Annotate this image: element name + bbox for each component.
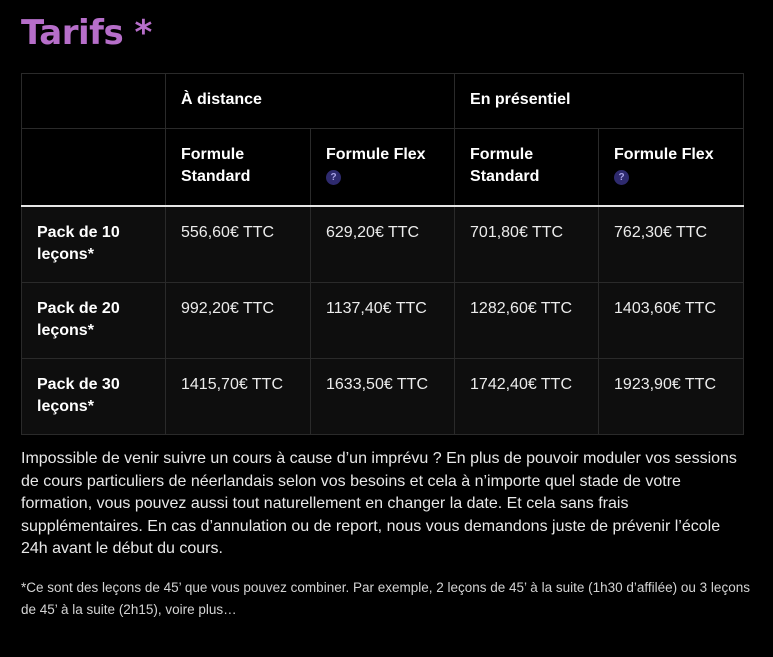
column-header-label: Formule Standard: [181, 146, 251, 185]
row-label: Pack de 30 leçons*: [21, 358, 166, 435]
table-header-row-formulas: Formule Standard Formule Flex ? Formule …: [21, 128, 745, 207]
column-header-label: Formule Flex: [614, 146, 714, 163]
price-cell: 701,80€ TTC: [454, 205, 600, 283]
column-header-label: Formule Flex: [326, 146, 426, 163]
column-header: Formule Flex ?: [598, 128, 745, 207]
table-row: Pack de 10 leçons* 556,60€ TTC 629,20€ T…: [21, 205, 745, 283]
price-cell: 1137,40€ TTC: [309, 282, 456, 359]
price-cell: 1282,60€ TTC: [454, 282, 600, 359]
table-corner-cell: [21, 73, 166, 129]
price-cell: 992,20€ TTC: [165, 282, 311, 359]
price-cell: 1923,90€ TTC: [598, 358, 745, 435]
table-row: Pack de 20 leçons* 992,20€ TTC 1137,40€ …: [21, 282, 745, 359]
column-header: Formule Standard: [165, 128, 311, 207]
group-header-distance: À distance: [164, 73, 456, 129]
page-title: Tarifs *: [21, 13, 152, 53]
group-header-presentiel: En présentiel: [454, 73, 745, 129]
row-label: Pack de 10 leçons*: [21, 205, 166, 283]
footnote: *Ce sont des leçons de 45’ que vous pouv…: [21, 580, 750, 617]
price-cell: 1742,40€ TTC: [454, 358, 600, 435]
cancellation-paragraph: Impossible de venir suivre un cours à ca…: [21, 450, 737, 557]
price-cell: 556,60€ TTC: [165, 205, 311, 283]
price-cell: 1415,70€ TTC: [165, 358, 311, 435]
row-label: Pack de 20 leçons*: [21, 282, 166, 359]
price-cell: 1403,60€ TTC: [598, 282, 745, 359]
price-cell: 629,20€ TTC: [309, 205, 456, 283]
tarifs-section: Tarifs * À distance En présentiel Formul…: [0, 0, 773, 657]
help-icon[interactable]: ?: [614, 170, 630, 186]
table-corner-cell: [21, 128, 166, 207]
help-icon[interactable]: ?: [326, 170, 341, 186]
column-header: Formule Standard: [454, 128, 600, 207]
price-cell: 762,30€ TTC: [598, 205, 745, 283]
table-header-row-groups: À distance En présentiel: [21, 73, 745, 129]
table-row: Pack de 30 leçons* 1415,70€ TTC 1633,50€…: [21, 358, 745, 435]
pricing-table: À distance En présentiel Formule Standar…: [21, 73, 745, 435]
price-cell: 1633,50€ TTC: [309, 358, 456, 435]
column-header: Formule Flex ?: [309, 128, 456, 207]
column-header-label: Formule Standard: [470, 146, 540, 185]
